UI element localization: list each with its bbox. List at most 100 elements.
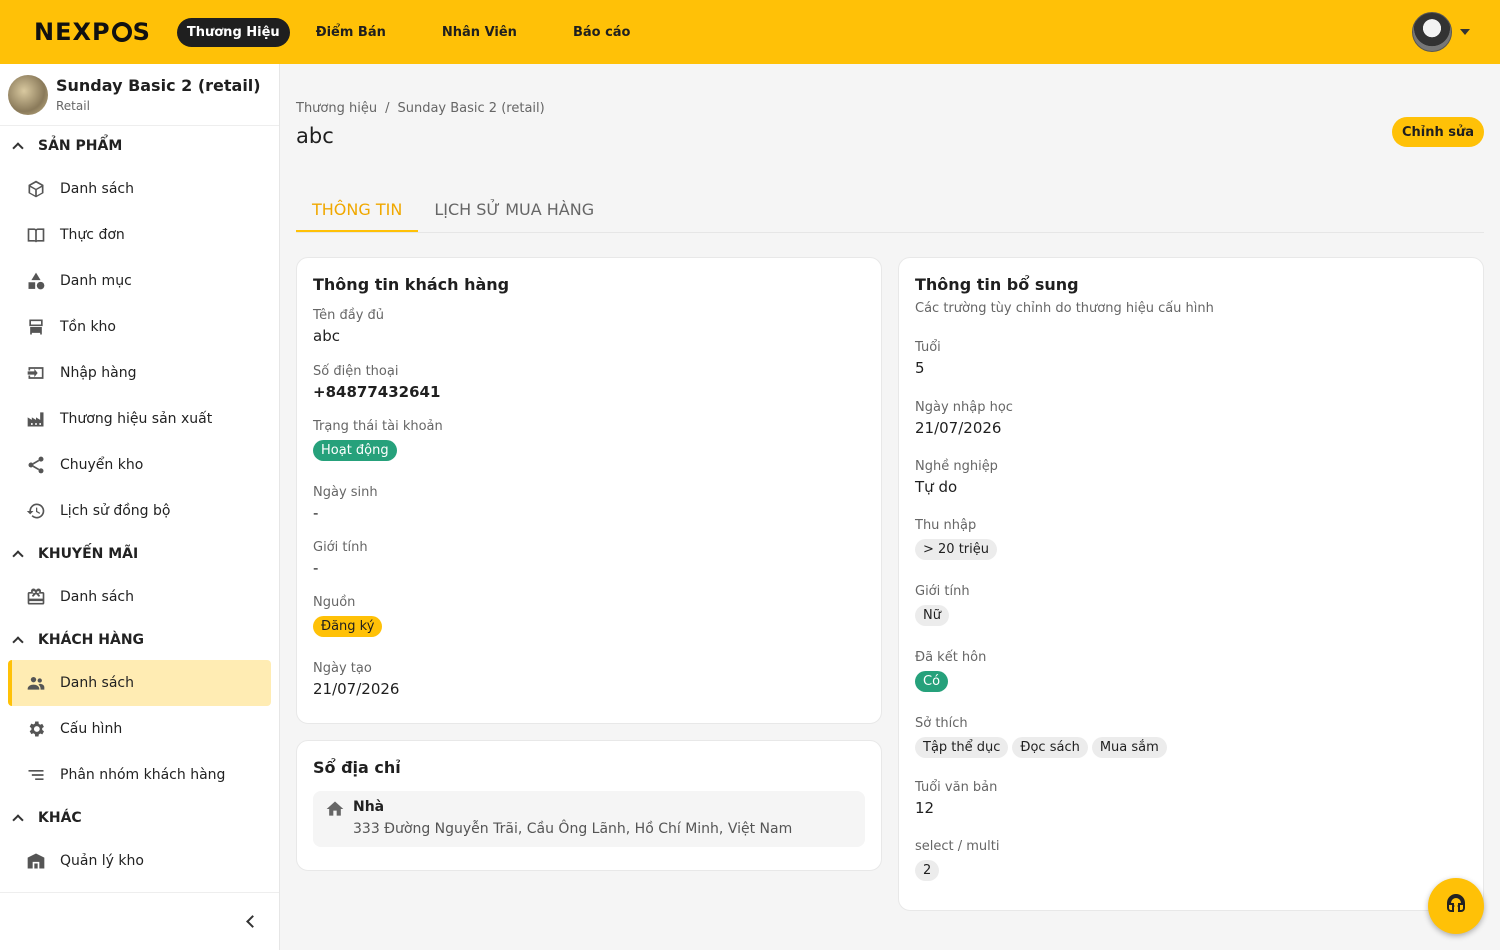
book-icon: [24, 223, 48, 247]
dob-label: Ngày sinh: [313, 485, 378, 500]
hobby-chip: Đọc sách: [1012, 737, 1088, 758]
nexpos-logo[interactable]: NEXP S: [34, 18, 151, 46]
headset-icon: [1444, 892, 1468, 920]
sidebar-item-inventory[interactable]: Tồn kho: [8, 304, 271, 350]
support-button[interactable]: [1428, 878, 1484, 934]
breadcrumb-brand[interactable]: Thương hiệu: [296, 101, 377, 116]
store-avatar: [8, 74, 48, 115]
enroll-value: 21/07/2026: [915, 419, 1002, 437]
status-badge: Hoạt động: [313, 440, 397, 461]
tab-info[interactable]: THÔNG TIN: [296, 190, 419, 232]
address-text: 333 Đường Nguyễn Trãi, Cầu Ông Lãnh, Hồ …: [353, 821, 793, 837]
chevron-up-icon: [12, 550, 24, 562]
phone-label: Số điện thoại: [313, 364, 399, 379]
store-name: Sunday Basic 2 (retail): [56, 76, 261, 95]
top-bar: NEXP S Thương Hiệu Điểm Bán Nhân Viên Báo…: [0, 0, 1500, 64]
store-header[interactable]: Sunday Basic 2 (retail) Retail: [0, 64, 279, 126]
main-content: Thương hiệu / Sunday Basic 2 (retail) abc …: [280, 64, 1500, 950]
chevron-up-icon: [12, 814, 24, 826]
share-icon: [24, 453, 48, 477]
sort-icon: [24, 763, 48, 787]
income-label: Thu nhập: [915, 518, 977, 533]
user-menu[interactable]: [1412, 12, 1470, 52]
nav-diem-ban[interactable]: Điểm Bán: [306, 18, 396, 47]
hobby-label: Sở thích: [915, 716, 968, 731]
sidebar-item-transfer[interactable]: Chuyển kho: [8, 442, 271, 488]
gender-label: Giới tính: [313, 540, 368, 555]
section-khach-hang[interactable]: KHÁCH HÀNG: [0, 620, 279, 660]
store-type: Retail: [56, 99, 90, 113]
gift-icon: [24, 585, 48, 609]
sidebar-item-config[interactable]: Cấu hình: [8, 706, 271, 752]
age-value: 5: [915, 359, 925, 377]
chevron-up-icon: [12, 636, 24, 648]
hobby-chip: Tập thể dục: [915, 737, 1009, 758]
job-value: Tự do: [915, 478, 958, 496]
chevron-down-icon[interactable]: [1460, 29, 1470, 35]
sidebar-item-customer-groups[interactable]: Phân nhóm khách hàng: [8, 752, 271, 798]
full-name-label: Tên đầy đủ: [313, 308, 385, 323]
breadcrumb: Thương hiệu / Sunday Basic 2 (retail): [296, 101, 545, 116]
nav-bao-cao[interactable]: Báo cáo: [563, 18, 641, 47]
sidebar-item-import[interactable]: Nhập hàng: [8, 350, 271, 396]
address-item[interactable]: Nhà 333 Đường Nguyễn Trãi, Cầu Ông Lãnh,…: [313, 791, 865, 847]
edit-button[interactable]: Chỉnh sửa: [1391, 117, 1484, 147]
text-age-value: 12: [915, 799, 935, 817]
full-name-value: abc: [313, 327, 340, 345]
select-label: select / multi: [915, 839, 1000, 854]
extra-gender-chip: Nữ: [915, 605, 949, 626]
chevron-left-icon: [246, 915, 259, 928]
card-title: Thông tin khách hàng: [313, 275, 510, 294]
sidebar-item-brand[interactable]: Thương hiệu sản xuất: [8, 396, 271, 442]
extra-gender-label: Giới tính: [915, 584, 970, 599]
nav-nhan-vien[interactable]: Nhân Viên: [432, 18, 527, 47]
home-icon: [325, 799, 345, 819]
sidebar-item-category[interactable]: Danh mục: [8, 258, 271, 304]
gear-icon: [24, 717, 48, 741]
cube-icon: [24, 177, 48, 201]
hobby-chip: Mua sắm: [1091, 737, 1167, 758]
inventory-icon: [24, 315, 48, 339]
address-name: Nhà: [353, 799, 385, 815]
tab-purchase-history[interactable]: LỊCH SỬ MUA HÀNG: [418, 190, 610, 232]
user-avatar[interactable]: [1412, 12, 1452, 52]
sidebar-item-promotion-list[interactable]: Danh sách: [8, 574, 271, 620]
enroll-label: Ngày nhập học: [915, 400, 1013, 415]
sidebar-item-customer-list[interactable]: Danh sách: [8, 660, 271, 706]
status-label: Trạng thái tài khoản: [313, 419, 443, 434]
income-chip: > 20 triệu: [915, 539, 997, 560]
sidebar-item-sync-history[interactable]: Lịch sử đồng bộ: [8, 488, 271, 534]
chevron-up-icon: [12, 142, 24, 154]
history-icon: [24, 499, 48, 523]
select-chip: 2: [915, 860, 940, 881]
collapse-sidebar-button[interactable]: [0, 892, 279, 950]
warehouse-icon: [24, 849, 48, 873]
sidebar-item-product-list[interactable]: Danh sách: [8, 166, 271, 212]
section-khac[interactable]: KHÁC: [0, 798, 279, 838]
card-subtitle: Các trường tùy chỉnh do thương hiệu cấu …: [915, 301, 1214, 316]
category-icon: [24, 269, 48, 293]
section-khuyen-mai[interactable]: KHUYẾN MÃI: [0, 534, 279, 574]
source-badge: Đăng ký: [313, 616, 383, 637]
address-book-card: Sổ địa chỉ Nhà 333 Đường Nguyễn Trãi, Cầ…: [296, 740, 882, 871]
nav-thuong-hieu[interactable]: Thương Hiệu: [176, 17, 290, 47]
job-label: Nghề nghiệp: [915, 459, 998, 474]
sidebar: Sunday Basic 2 (retail) Retail SẢN PHẨM …: [0, 64, 280, 950]
phone-value: +84877432641: [313, 383, 441, 401]
card-title: Sổ địa chỉ: [313, 758, 401, 777]
tab-bar: THÔNG TIN LỊCH SỬ MUA HÀNG: [296, 190, 1484, 233]
customer-info-card: Thông tin khách hàng Tên đầy đủ abc Số đ…: [296, 257, 882, 724]
breadcrumb-store[interactable]: Sunday Basic 2 (retail): [397, 101, 544, 116]
sidebar-item-menu[interactable]: Thực đơn: [8, 212, 271, 258]
created-value: 21/07/2026: [313, 680, 400, 698]
married-label: Đã kết hôn: [915, 650, 987, 665]
sidebar-item-warehouse[interactable]: Quản lý kho: [8, 838, 271, 884]
section-san-pham[interactable]: SẢN PHẨM: [0, 126, 279, 166]
age-label: Tuổi: [915, 340, 941, 355]
gender-value: -: [313, 559, 319, 577]
dob-value: -: [313, 504, 319, 522]
text-age-label: Tuổi văn bản: [915, 780, 998, 795]
source-label: Nguồn: [313, 595, 356, 610]
created-label: Ngày tạo: [313, 661, 372, 676]
card-title: Thông tin bổ sung: [915, 275, 1079, 294]
